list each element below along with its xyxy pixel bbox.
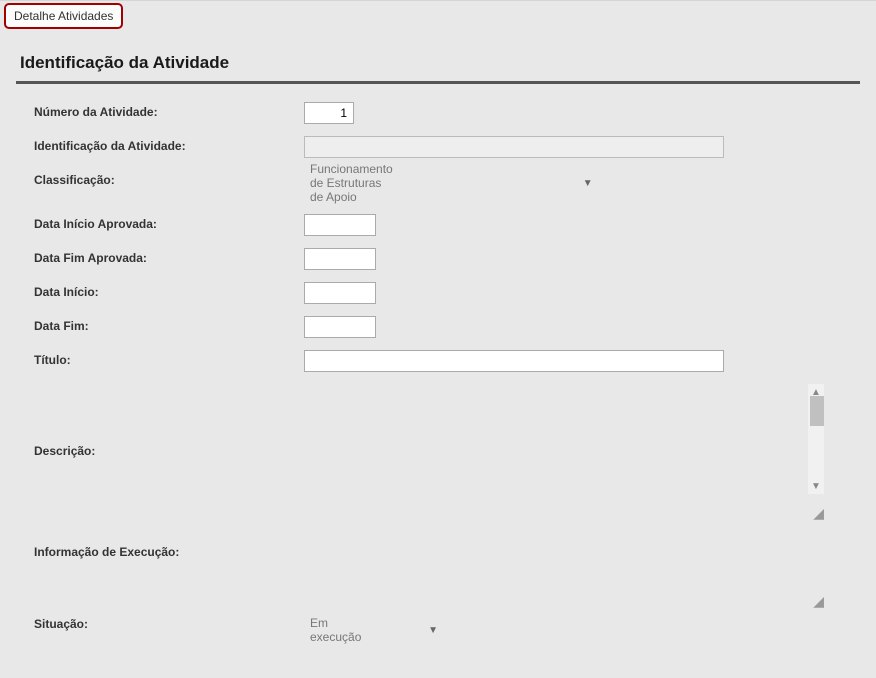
chevron-down-icon: ▼ <box>428 625 438 636</box>
section-title: Identificação da Atividade <box>16 53 860 84</box>
input-titulo[interactable] <box>304 350 724 372</box>
label-info-execucao: Informação de Execução: <box>34 542 304 559</box>
label-data-fim: Data Fim: <box>34 316 304 333</box>
tab-detalhe-atividades[interactable]: Detalhe Atividades <box>4 3 123 29</box>
input-data-inicio[interactable] <box>304 282 376 304</box>
input-data-inicio-aprovada[interactable] <box>304 214 376 236</box>
input-data-fim[interactable] <box>304 316 376 338</box>
chevron-down-icon: ▼ <box>583 178 593 189</box>
label-descricao: Descrição: <box>34 441 304 458</box>
dropdown-classificacao-text: Funcionamento de Estruturas de Apoio <box>310 162 393 204</box>
label-classificacao: Classificação: <box>34 170 304 187</box>
label-data-inicio-aprovada: Data Início Aprovada: <box>34 214 304 231</box>
label-numero-atividade: Número da Atividade: <box>34 102 304 119</box>
resize-handle-icon[interactable]: ◢ <box>813 506 824 520</box>
dropdown-situacao[interactable]: Em execução ▼ <box>304 614 444 646</box>
label-titulo: Título: <box>34 350 304 367</box>
resize-handle-icon[interactable]: ◢ <box>813 594 824 608</box>
scroll-down-icon[interactable]: ▼ <box>808 478 824 494</box>
label-situacao: Situação: <box>34 614 304 631</box>
label-identificacao: Identificação da Atividade: <box>34 136 304 153</box>
tab-label: Detalhe Atividades <box>14 9 113 23</box>
tab-bar: Detalhe Atividades <box>0 1 876 29</box>
field-identificacao <box>304 136 724 158</box>
textarea-descricao-wrap: ▲ ▼ ◢ <box>304 384 824 514</box>
label-data-inicio: Data Início: <box>34 282 304 299</box>
dropdown-situacao-text: Em execução <box>310 616 378 644</box>
input-numero-atividade[interactable] <box>304 102 354 124</box>
label-data-fim-aprovada: Data Fim Aprovada: <box>34 248 304 265</box>
input-data-fim-aprovada[interactable] <box>304 248 376 270</box>
scroll-thumb[interactable] <box>810 396 824 426</box>
dropdown-classificacao[interactable]: Funcionamento de Estruturas de Apoio ▼ <box>304 170 576 196</box>
scrollbar-vertical[interactable]: ▲ ▼ <box>808 384 824 494</box>
textarea-info-execucao-wrap: ◢ <box>304 542 824 602</box>
